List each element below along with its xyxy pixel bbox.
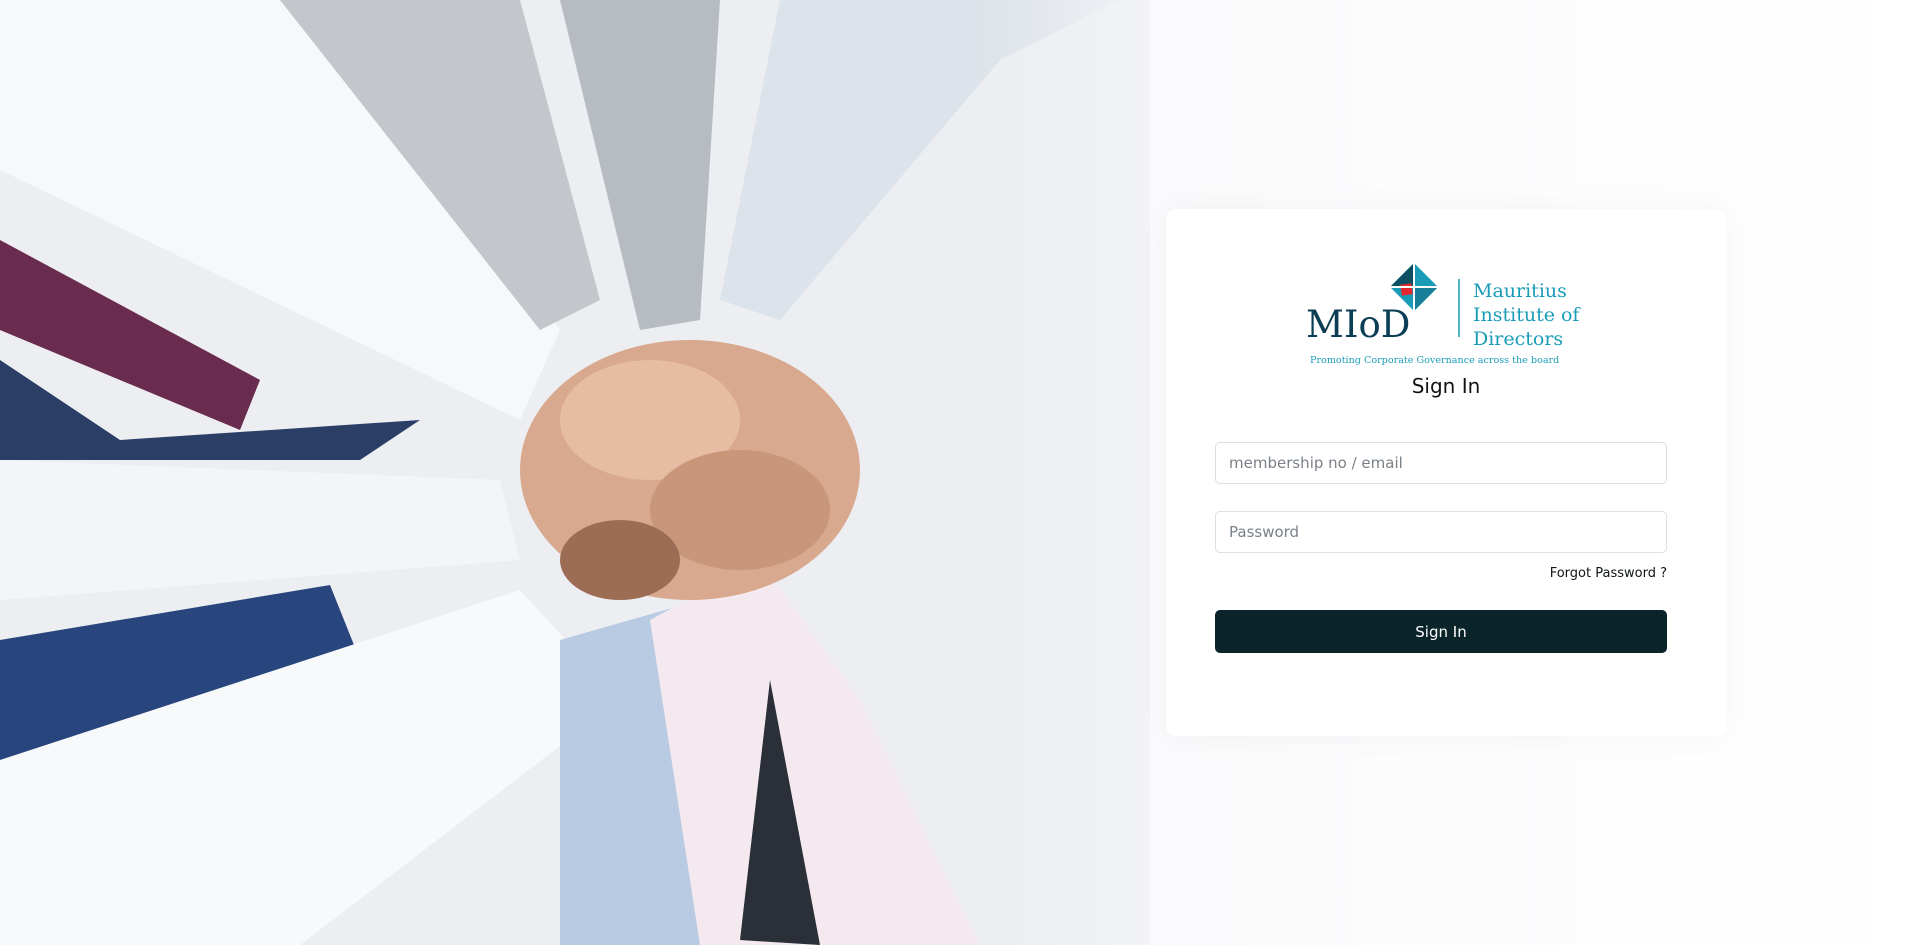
logo-name-line-1: Mauritius (1473, 280, 1567, 302)
logo-tagline: Promoting Corporate Governance across th… (1310, 355, 1559, 366)
logo-name-line-2: Institute of (1473, 304, 1581, 326)
password-field[interactable] (1215, 511, 1667, 553)
forgot-password-link[interactable]: Forgot Password ? (1550, 566, 1667, 581)
signin-button[interactable]: Sign In (1215, 610, 1667, 653)
email-field[interactable] (1215, 442, 1667, 484)
miod-logo-icon: MIoD Mauritius Institute of Directors Pr… (1306, 263, 1581, 366)
logo-name-line-3: Directors (1473, 328, 1563, 350)
login-page: MIoD Mauritius Institute of Directors Pr… (0, 0, 1920, 945)
page-title: Sign In (1411, 374, 1481, 398)
background-photo (0, 0, 1150, 945)
signin-card: MIoD Mauritius Institute of Directors Pr… (1166, 209, 1726, 736)
logo-mark-text: MIoD (1306, 303, 1410, 346)
